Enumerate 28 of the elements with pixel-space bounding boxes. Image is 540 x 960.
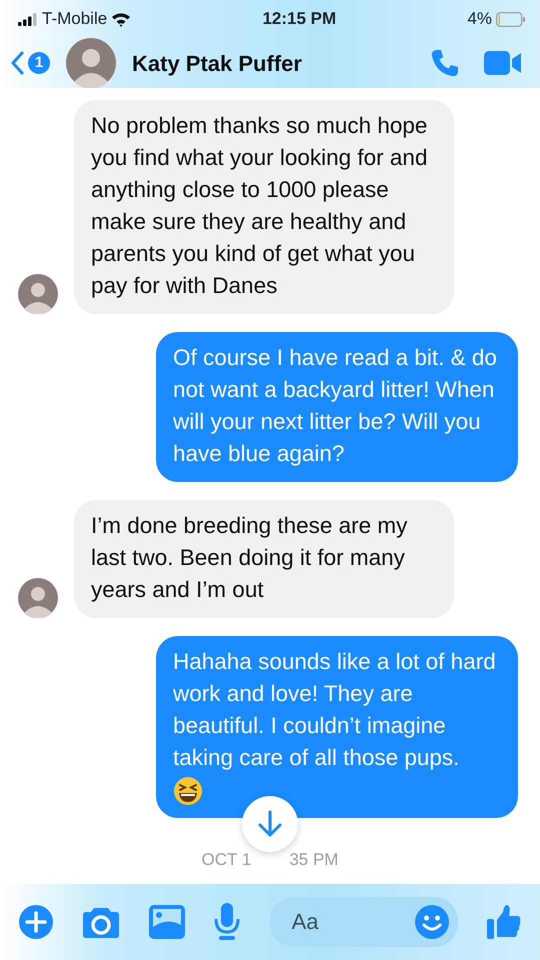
thumbs-up-button[interactable] bbox=[486, 904, 522, 940]
arrow-down-icon bbox=[257, 810, 283, 838]
incoming-message-bubble[interactable]: No problem thanks so much hope you find what your looking for and anything close to 1000 please make sure they are healthy and parents you kind of get what you pay for with Danes bbox=[74, 100, 454, 314]
contact-name[interactable]: Katy Ptak Puffer bbox=[132, 46, 430, 80]
battery-percent: 4% bbox=[467, 8, 492, 30]
video-call-button[interactable] bbox=[484, 50, 522, 76]
avatar[interactable] bbox=[66, 38, 116, 88]
message-text: Hahaha sounds like a lot of hard work and love! They are beautiful. I couldn’t imagine taking care of all those pups. bbox=[173, 648, 497, 772]
wifi-icon bbox=[111, 12, 132, 26]
timestamp: 35 PM bbox=[289, 849, 338, 872]
scroll-down-button[interactable] bbox=[242, 796, 298, 852]
message-text: No problem thanks so much hope you find what your looking for and anything close to 1000 please make sure they are healthy and parents you kind of get what you pay for with Danes bbox=[91, 112, 428, 300]
message-text: Of course I have read a bit. & do not want a backyard litter! When will your next litter be? Will you have blue again? bbox=[173, 344, 498, 468]
phone-call-button[interactable] bbox=[430, 48, 460, 78]
camera-button[interactable] bbox=[82, 905, 120, 939]
battery-icon bbox=[496, 12, 526, 26]
microphone-button[interactable] bbox=[213, 903, 242, 941]
signal-icon bbox=[18, 12, 38, 26]
emoji-icon[interactable] bbox=[414, 904, 450, 940]
chevron-left-icon bbox=[10, 51, 24, 75]
add-button[interactable] bbox=[18, 904, 54, 940]
clock-time: 12:15 PM bbox=[262, 8, 336, 30]
message-text: I’m done breeding these are my last two. Been doing it for many years and I’m out bbox=[91, 512, 408, 604]
gallery-button[interactable] bbox=[148, 905, 185, 939]
carrier-name: T-Mobile bbox=[42, 8, 108, 30]
incoming-message-bubble[interactable]: I’m done breeding these are my last two. Been doing it for many years and I’m out bbox=[74, 500, 454, 618]
timestamp: OCT 1 bbox=[202, 849, 252, 872]
message-field[interactable]: Aa bbox=[270, 897, 458, 947]
